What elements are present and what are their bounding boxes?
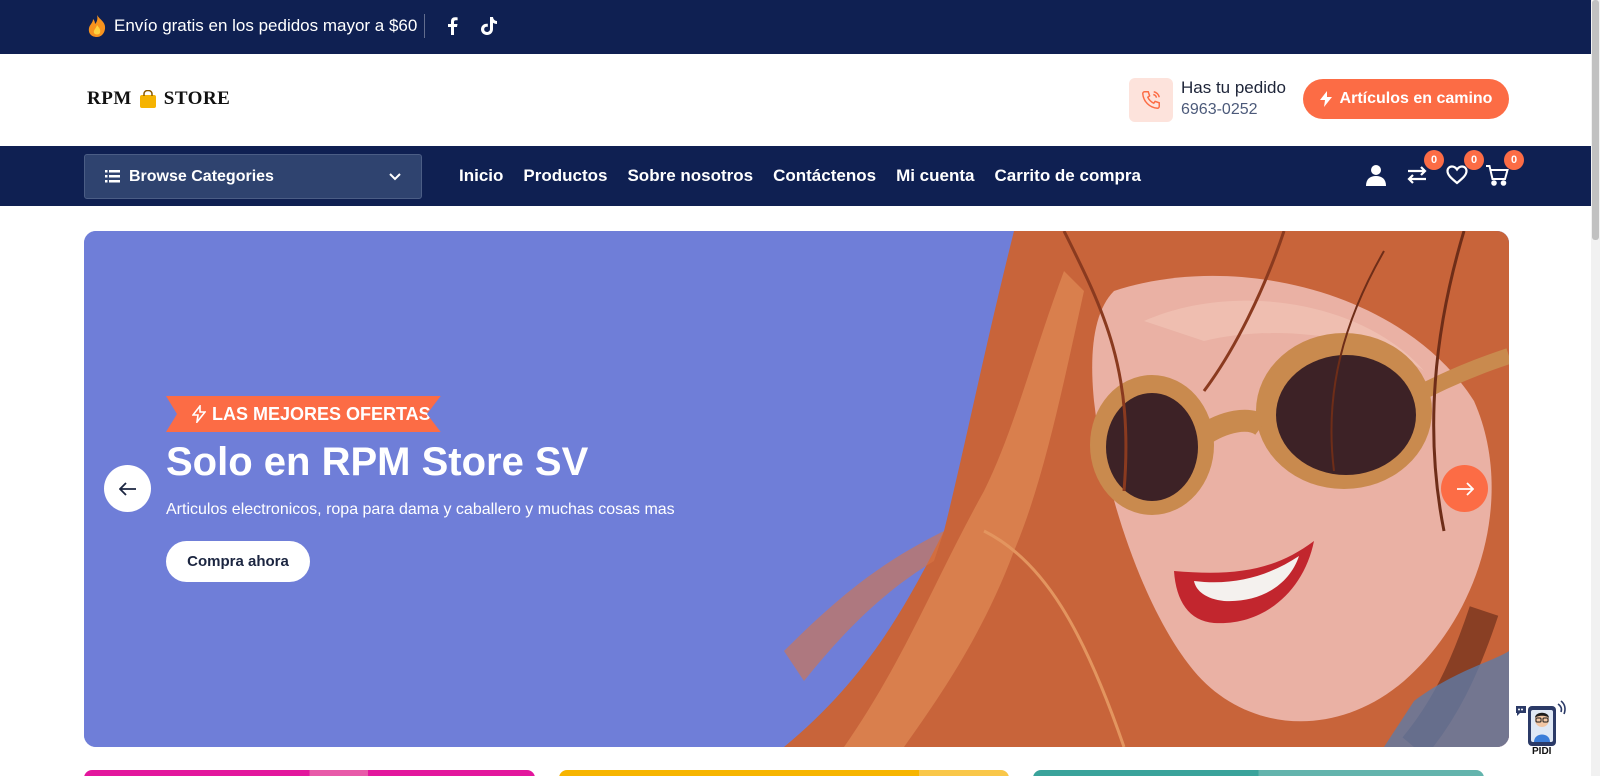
promo-card-pink[interactable] bbox=[84, 770, 535, 776]
shopping-bag-icon bbox=[138, 89, 158, 108]
scrollbar-thumb[interactable] bbox=[1592, 0, 1599, 240]
orders-in-transit-button[interactable]: Artículos en camino bbox=[1303, 79, 1509, 119]
slider-prev-button[interactable] bbox=[104, 465, 151, 512]
logo-text-store: STORE bbox=[163, 88, 231, 109]
phone-contact: Has tu pedido 6963-0252 bbox=[1181, 78, 1286, 119]
nav-menu: Inicio Productos Sobre nosotros Contácte… bbox=[459, 146, 1141, 206]
browse-categories-label: Browse Categories bbox=[129, 167, 274, 185]
cta-label: Artículos en camino bbox=[1339, 90, 1493, 107]
nav-link-mi-cuenta[interactable]: Mi cuenta bbox=[896, 166, 974, 186]
hero-subtitle: Articulos electronicos, ropa para dama y… bbox=[166, 501, 675, 518]
facebook-icon[interactable] bbox=[441, 15, 463, 37]
browse-categories-dropdown[interactable]: Browse Categories bbox=[84, 154, 422, 199]
site-header: RPM STORE Has tu pedido 6963-0252 Artícu… bbox=[0, 54, 1591, 146]
promo-text: Envío gratis en los pedidos mayor a $60 bbox=[114, 16, 418, 35]
wishlist-count-badge: 0 bbox=[1464, 150, 1484, 170]
heart-icon[interactable]: 0 bbox=[1444, 150, 1484, 188]
hero-model-image bbox=[84, 231, 1509, 747]
logo-text-rpm: RPM bbox=[87, 88, 132, 109]
promo-card-teal[interactable] bbox=[1033, 770, 1484, 776]
store-logo[interactable]: RPM STORE bbox=[87, 88, 230, 110]
phone-label: Has tu pedido bbox=[1181, 78, 1286, 97]
fire-icon bbox=[86, 14, 108, 38]
tag-label: LAS MEJORES OFERTAS bbox=[212, 403, 431, 424]
compare-icon[interactable]: 0 bbox=[1404, 150, 1444, 188]
promo-card-yellow[interactable] bbox=[559, 770, 1009, 776]
slider-next-button[interactable] bbox=[1441, 465, 1488, 512]
phone-icon bbox=[1129, 78, 1173, 122]
lightning-icon bbox=[1319, 91, 1332, 107]
cart-count-badge: 0 bbox=[1504, 150, 1524, 170]
lightning-icon bbox=[192, 405, 206, 423]
list-icon bbox=[105, 170, 120, 183]
nav-link-sobre-nosotros[interactable]: Sobre nosotros bbox=[627, 166, 753, 186]
main-nav: Browse Categories Inicio Productos Sobre… bbox=[0, 146, 1591, 206]
best-deals-tag: LAS MEJORES OFERTAS bbox=[166, 396, 441, 432]
chatbot-label: PIDI bbox=[1532, 746, 1552, 757]
nav-link-contactenos[interactable]: Contáctenos bbox=[773, 166, 876, 186]
hero-title: Solo en RPM Store SV bbox=[166, 440, 589, 484]
top-bar: Envío gratis en los pedidos mayor a $60 bbox=[0, 0, 1591, 54]
tiktok-icon[interactable] bbox=[478, 15, 500, 37]
arrow-right-icon bbox=[1456, 481, 1474, 496]
hero-slider: LAS MEJORES OFERTAS Solo en RPM Store SV… bbox=[84, 231, 1509, 747]
chevron-down-icon bbox=[389, 172, 401, 180]
phone-number[interactable]: 6963-0252 bbox=[1181, 101, 1286, 119]
nav-link-carrito[interactable]: Carrito de compra bbox=[994, 166, 1140, 186]
divider bbox=[424, 14, 425, 38]
shop-now-button[interactable]: Compra ahora bbox=[166, 541, 310, 582]
compare-count-badge: 0 bbox=[1424, 150, 1444, 170]
nav-link-inicio[interactable]: Inicio bbox=[459, 166, 503, 186]
nav-link-productos[interactable]: Productos bbox=[523, 166, 607, 186]
shipping-promo: Envío gratis en los pedidos mayor a $60 bbox=[86, 14, 417, 38]
chatbot-widget[interactable]: PIDI bbox=[1514, 696, 1568, 758]
arrow-left-icon bbox=[118, 481, 136, 496]
user-icon[interactable] bbox=[1363, 162, 1389, 188]
cart-icon[interactable]: 0 bbox=[1484, 150, 1524, 188]
chatbot-avatar-icon bbox=[1516, 700, 1566, 746]
